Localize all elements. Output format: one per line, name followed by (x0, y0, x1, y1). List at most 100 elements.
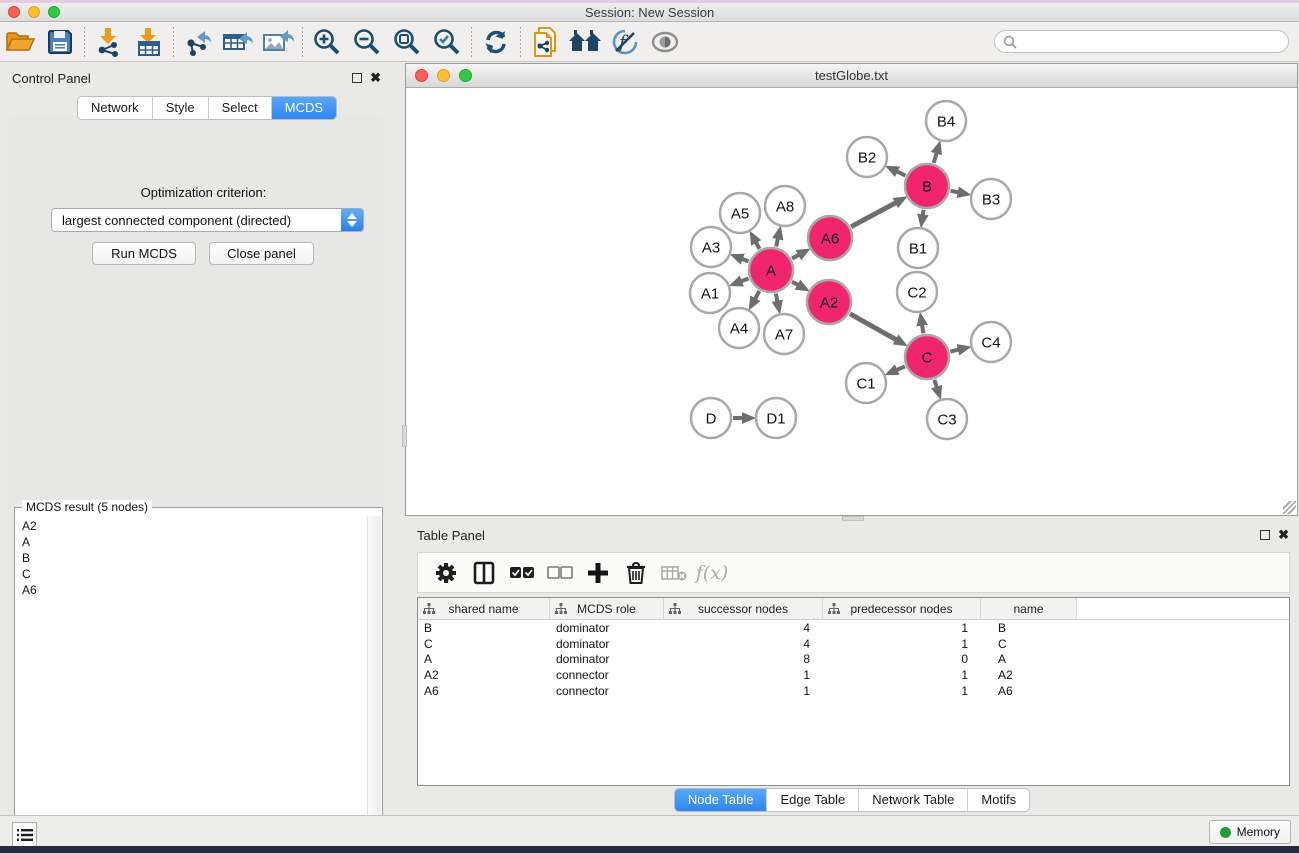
zoom-fit-icon[interactable] (387, 26, 427, 58)
optimization-criterion-dropdown[interactable]: largest connected component (directed) (51, 208, 364, 232)
edge-B-B1[interactable] (922, 210, 924, 222)
table-cell[interactable]: 1 (823, 621, 981, 635)
memory-button[interactable]: Memory (1209, 820, 1291, 844)
edge-C-C2[interactable] (921, 319, 923, 334)
table-cell[interactable]: dominator (550, 637, 664, 651)
save-session-icon[interactable] (40, 26, 80, 58)
table-cell[interactable]: 0 (823, 652, 981, 666)
result-scrollbar[interactable] (367, 516, 381, 853)
table-cell[interactable]: C (981, 637, 1077, 651)
node-A8[interactable]: A8 (765, 186, 805, 226)
mcds-result-list[interactable]: A2ABCA6 (17, 518, 366, 852)
vertical-splitter-handle[interactable] (402, 425, 407, 447)
edge-C-C3[interactable] (934, 380, 938, 393)
table-cell[interactable]: A2 (981, 668, 1077, 682)
table-cell[interactable]: 1 (664, 684, 823, 698)
tab-select[interactable]: Select (209, 97, 272, 119)
edge-A2-C[interactable] (850, 314, 902, 343)
node-B[interactable]: B (905, 164, 949, 208)
edge-A-A6[interactable] (792, 252, 804, 259)
table-cell[interactable]: A (418, 652, 550, 666)
edge-B-B4[interactable] (934, 147, 939, 163)
add-column-icon[interactable] (582, 557, 614, 589)
zoom-in-icon[interactable] (307, 26, 347, 58)
table-row[interactable]: A6connector11A6 (418, 683, 1289, 699)
result-item[interactable]: A2 (22, 518, 366, 534)
table-cell[interactable]: A (981, 652, 1077, 666)
edge-C-C4[interactable] (950, 348, 964, 351)
tab-mcds[interactable]: MCDS (272, 97, 336, 119)
search-field[interactable] (994, 30, 1289, 53)
column-header-name[interactable]: name (981, 598, 1077, 619)
result-item[interactable]: C (22, 566, 366, 582)
node-A3[interactable]: A3 (691, 227, 731, 267)
edge-B-B3[interactable] (951, 191, 965, 194)
search-input[interactable] (1017, 35, 1288, 49)
tab-network-table[interactable]: Network Table (859, 789, 968, 811)
float-table-panel-icon[interactable] (1260, 530, 1270, 540)
edge-A-A3[interactable] (736, 257, 748, 262)
node-C[interactable]: C (905, 335, 949, 379)
table-cell[interactable]: 1 (823, 637, 981, 651)
table-row[interactable]: Cdominator41C (418, 636, 1289, 652)
table-cell[interactable]: B (981, 621, 1077, 635)
table-cell[interactable]: 1 (664, 668, 823, 682)
refresh-icon[interactable] (476, 26, 516, 58)
node-A1[interactable]: A1 (690, 273, 730, 313)
close-panel-button[interactable]: Close panel (209, 242, 314, 265)
table-cell[interactable]: 8 (664, 652, 823, 666)
node-C3[interactable]: C3 (927, 399, 967, 439)
import-network-icon[interactable] (89, 26, 129, 58)
node-C1[interactable]: C1 (846, 363, 886, 403)
network-from-selection-icon[interactable] (525, 26, 565, 58)
column-header-successor-nodes[interactable]: successor nodes (664, 598, 823, 619)
table-cell[interactable]: B (418, 621, 550, 635)
result-item[interactable]: A (22, 534, 366, 550)
edge-A-A4[interactable] (752, 291, 759, 304)
tab-motifs[interactable]: Motifs (968, 789, 1029, 811)
node-A5[interactable]: A5 (720, 193, 760, 233)
node-B1[interactable]: B1 (898, 228, 938, 268)
float-panel-icon[interactable] (352, 73, 362, 83)
table-cell[interactable]: A6 (418, 684, 550, 698)
deselect-all-icon[interactable] (544, 557, 576, 589)
node-B2[interactable]: B2 (847, 137, 887, 177)
function-builder-icon[interactable]: f(x) (696, 557, 728, 589)
zoom-selected-icon[interactable] (427, 26, 467, 58)
delete-table-icon[interactable] (658, 557, 690, 589)
network-titlebar[interactable]: testGlobe.txt (406, 64, 1297, 88)
edge-B-B2[interactable] (891, 169, 905, 176)
export-image-icon[interactable] (258, 26, 298, 58)
edge-A-A1[interactable] (735, 278, 748, 283)
table-cell[interactable]: C (418, 637, 550, 651)
export-table-icon[interactable] (218, 26, 258, 58)
resize-grip[interactable] (1283, 501, 1296, 514)
table-settings-icon[interactable] (430, 557, 462, 589)
column-header-predecessor-nodes[interactable]: predecessor nodes (823, 598, 981, 619)
edge-A-A2[interactable] (792, 282, 804, 288)
node-A[interactable]: A (749, 248, 793, 292)
delete-column-icon[interactable] (620, 557, 652, 589)
tab-edge-table[interactable]: Edge Table (767, 789, 859, 811)
result-item[interactable]: B (22, 550, 366, 566)
edge-A6-B[interactable] (851, 200, 901, 227)
table-cell[interactable]: connector (550, 668, 664, 682)
node-A4[interactable]: A4 (719, 308, 759, 348)
node-B4[interactable]: B4 (926, 101, 966, 141)
edge-A-A7[interactable] (776, 294, 779, 308)
node-C2[interactable]: C2 (897, 272, 937, 312)
table-cell[interactable]: connector (550, 684, 664, 698)
node-table[interactable]: shared nameMCDS rolesuccessor nodesprede… (417, 597, 1290, 786)
node-B3[interactable]: B3 (971, 179, 1011, 219)
edge-C-C1[interactable] (891, 366, 905, 372)
node-A7[interactable]: A7 (764, 314, 804, 354)
open-session-icon[interactable] (0, 26, 40, 58)
tab-network[interactable]: Network (78, 97, 153, 119)
show-columns-icon[interactable] (468, 557, 500, 589)
table-cell[interactable]: 1 (823, 684, 981, 698)
node-A2[interactable]: A2 (807, 280, 851, 324)
table-row[interactable]: A2connector11A2 (418, 667, 1289, 683)
select-all-icon[interactable] (506, 557, 538, 589)
table-cell[interactable]: 4 (664, 637, 823, 651)
edge-A-A5[interactable] (753, 237, 760, 249)
